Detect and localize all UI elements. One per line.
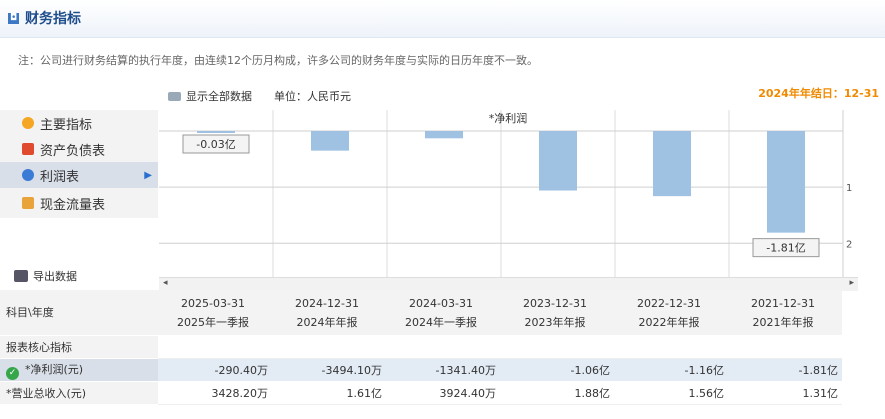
sidebar-item-label: 主要指标	[40, 117, 93, 133]
unit-label: 单位：人民币元	[274, 90, 351, 103]
chart-bar	[425, 131, 463, 139]
sidebar-item-balance-sheet[interactable]: 资产负债表	[0, 136, 158, 162]
table-row[interactable]: ✓ *净利润(元) -290.40万 -3494.10万 -1341.40万 -1…	[0, 358, 842, 382]
cashflow-icon	[22, 197, 34, 209]
section-spacer	[158, 335, 842, 359]
column-period: 2025年一季报	[177, 315, 249, 329]
table-cell: 1.31亿	[728, 381, 842, 405]
column-date: 2022-12-31	[637, 296, 701, 310]
table-cell: -290.40万	[158, 358, 272, 382]
export-icon	[14, 270, 28, 282]
table-header-row: 科目\年度 2025-03-31 2025年一季报 2024-12-31 2024年…	[0, 290, 842, 336]
table-cell: -1341.40万	[386, 358, 500, 382]
scroll-left-icon[interactable]: ◂	[163, 278, 168, 288]
chart-bar	[767, 131, 805, 233]
column-period: 2022年年报	[638, 315, 700, 329]
column-date: 2021-12-31	[751, 296, 815, 310]
table-cell: 3924.40万	[386, 381, 500, 405]
column-date: 2025-03-31	[181, 296, 245, 310]
column-header[interactable]: 2021-12-31 2021年年报	[728, 290, 842, 336]
table-cell: 1.56亿	[614, 381, 728, 405]
section-label: 报表核心指标	[0, 335, 158, 359]
panel-icon: ◘	[8, 13, 19, 24]
sidebar-item-main-indicators[interactable]: 主要指标	[0, 110, 158, 136]
chart-bar	[311, 131, 349, 151]
chart-bar	[539, 131, 577, 191]
column-period: 2023年年报	[524, 315, 586, 329]
caret-right-icon: ▶	[144, 169, 152, 181]
chart-title: *净利润	[489, 111, 528, 125]
y-tick-label: 1	[846, 183, 852, 194]
check-icon[interactable]: ✓	[6, 366, 19, 380]
column-header[interactable]: 2024-03-31 2024年一季报	[386, 290, 500, 336]
gear-chart-icon	[22, 117, 34, 129]
column-period: 2024年年报	[296, 315, 358, 329]
row-label-text: *净利润(元)	[25, 362, 84, 376]
fiscal-year-end: 2024年年结日：12-31	[758, 87, 879, 100]
table-cell: 1.88亿	[500, 381, 614, 405]
export-label: 导出数据	[33, 270, 77, 283]
corner-label: 科目\年度	[0, 290, 158, 336]
table-cell: -3494.10万	[272, 358, 386, 382]
row-label[interactable]: ✓ *净利润(元)	[0, 358, 158, 382]
row-label[interactable]: *营业总收入(元)	[0, 381, 158, 405]
sidebar-item-label: 现金流量表	[40, 197, 106, 213]
fiscal-note: 注：公司进行财务结算的执行年度，由连续12个历月构成，许多公司的财务年度与实际的…	[18, 54, 538, 67]
scroll-right-icon[interactable]: ▸	[849, 278, 854, 288]
sidebar-item-income-statement[interactable]: 利润表 ▶	[0, 162, 158, 188]
export-button[interactable]: 导出数据	[14, 268, 77, 284]
column-header[interactable]: 2024-12-31 2024年年报	[272, 290, 386, 336]
sidebar-item-cash-flow[interactable]: 现金流量表	[0, 190, 158, 216]
sidebar-item-label: 资产负债表	[40, 143, 106, 159]
column-date: 2024-12-31	[295, 296, 359, 310]
table-cell: -1.06亿	[500, 358, 614, 382]
table-row[interactable]: *营业总收入(元) 3428.20万 1.61亿 3924.40万 1.88亿 …	[0, 381, 842, 405]
column-header[interactable]: 2025-03-31 2025年一季报	[158, 290, 272, 336]
chart-bar	[653, 131, 691, 197]
section-row: 报表核心指标	[0, 335, 842, 359]
section-header: ◘ 财务指标	[0, 0, 885, 38]
table-cell: -1.81亿	[728, 358, 842, 382]
show-all-label[interactable]: 显示全部数据	[186, 88, 252, 104]
column-date: 2024-03-31	[409, 296, 473, 310]
show-all-toggle[interactable]	[168, 91, 181, 101]
column-date: 2023-12-31	[523, 296, 587, 310]
chart-scrollbar[interactable]: ◂ ▸	[159, 277, 858, 291]
financial-table: 科目\年度 2025-03-31 2025年一季报 2024-12-31 2024年…	[0, 290, 842, 405]
net-profit-chart: 123 -0.03亿-1.81亿 *净利润	[159, 110, 858, 306]
balance-sheet-icon	[22, 143, 34, 155]
column-header[interactable]: 2022-12-31 2022年年报	[614, 290, 728, 336]
column-period: 2024年一季报	[405, 315, 477, 329]
table-cell: -1.16亿	[614, 358, 728, 382]
table-cell: 1.61亿	[272, 381, 386, 405]
column-period: 2021年年报	[752, 315, 814, 329]
sidebar-item-label: 利润表	[40, 169, 80, 185]
column-header[interactable]: 2023-12-31 2023年年报	[500, 290, 614, 336]
page-title: 财务指标	[25, 11, 81, 27]
data-label: -0.03亿	[196, 138, 235, 151]
legend: 显示全部数据 单位：人民币元	[168, 88, 351, 104]
sidebar: 主要指标 资产负债表 利润表 ▶ 现金流量表	[0, 110, 158, 218]
y-tick-label: 2	[846, 239, 852, 250]
chart-bar	[197, 131, 235, 133]
table-cell: 3428.20万	[158, 381, 272, 405]
data-label: -1.81亿	[766, 242, 805, 255]
pie-chart-icon	[22, 169, 34, 181]
chart-svg: 123 -0.03亿-1.81亿 *净利润	[159, 110, 852, 306]
